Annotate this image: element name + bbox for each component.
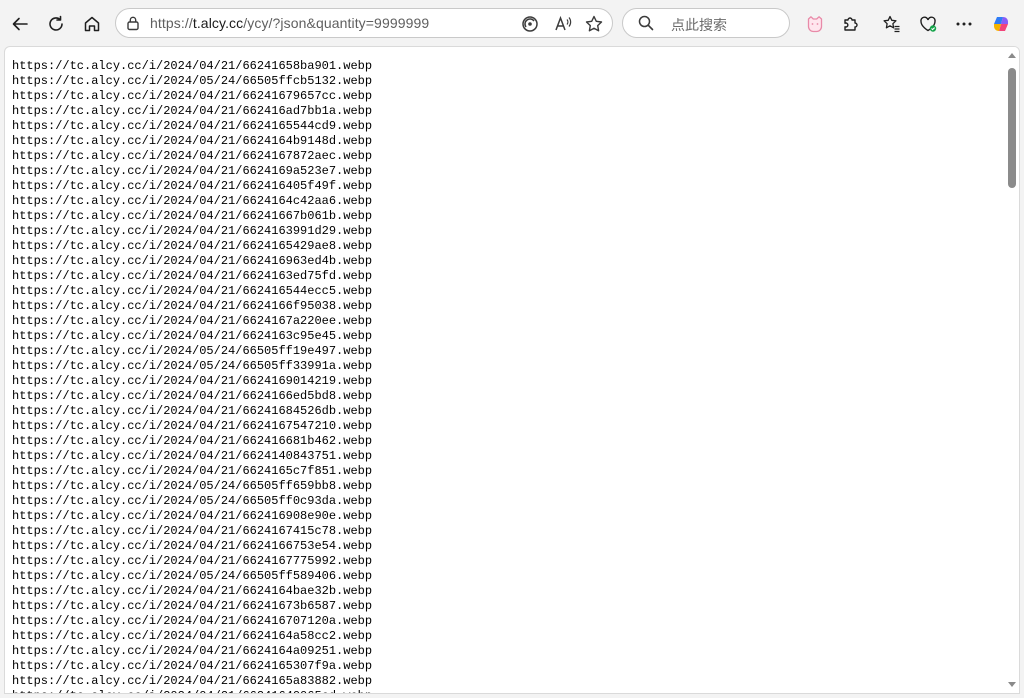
url-line: https://tc.alcy.cc/i/2024/04/21/6624163c… [12,329,373,343]
more-dots-icon [956,22,972,26]
url-line: https://tc.alcy.cc/i/2024/04/21/66241667… [12,209,373,223]
browser-toolbar: https://t.alcy.cc/ycy/?json&quantity=999… [0,0,1024,46]
url-line: https://tc.alcy.cc/i/2024/04/21/66241654… [12,239,373,253]
url-line: https://tc.alcy.cc/i/2024/04/21/66241640… [12,689,372,693]
scroll-down-arrow-icon[interactable] [1008,682,1016,687]
url-prefix: https:// [150,15,193,31]
search-box[interactable]: 点此搜索 [622,8,790,38]
performance-icon[interactable] [520,14,540,34]
url-line: https://tc.alcy.cc/i/2024/04/21/66241658… [12,59,373,73]
url-line: https://tc.alcy.cc/i/2024/04/21/6624164c… [12,194,373,208]
url-line: https://tc.alcy.cc/i/2024/04/21/66241674… [12,524,373,538]
home-button[interactable] [77,9,107,39]
url-line: https://tc.alcy.cc/i/2024/04/21/66241690… [12,509,373,523]
page-content: https://tc.alcy.cc/i/2024/04/21/66241658… [4,46,1020,694]
url-line: https://tc.alcy.cc/i/2024/04/21/6624164b… [12,584,373,598]
address-bar[interactable]: https://t.alcy.cc/ycy/?json&quantity=999… [115,8,613,38]
url-line: https://tc.alcy.cc/i/2024/04/21/66241678… [12,149,373,163]
url-line: https://tc.alcy.cc/i/2024/04/21/66241639… [12,224,373,238]
refresh-icon [49,15,63,31]
url-path: /ycy/?json&quantity=9999999 [243,15,430,31]
url-line: https://tc.alcy.cc/i/2024/05/24/66505ff3… [12,359,373,373]
url-line: https://tc.alcy.cc/i/2024/04/21/6624166e… [12,389,373,403]
url-line: https://tc.alcy.cc/i/2024/04/21/66241690… [12,374,373,388]
lock-icon[interactable] [124,14,142,32]
url-line: https://tc.alcy.cc/i/2024/04/21/6624166​… [12,434,373,448]
url-line: https://tc.alcy.cc/i/2024/05/24/66505ffc… [12,74,373,88]
browser-essentials-button[interactable] [913,9,943,39]
settings-more-button[interactable] [949,9,979,39]
back-button[interactable] [5,9,35,39]
url-line: https://tc.alcy.cc/i/2024/04/21/66241654… [12,284,373,298]
url-line: https://tc.alcy.cc/i/2024/04/21/6624164a… [12,644,373,658]
url-line: https://tc.alcy.cc/i/2024/04/21/6624164b… [12,134,373,148]
url-line: https://tc.alcy.cc/i/2024/04/21/662416ad… [12,104,373,118]
url-line: https://tc.alcy.cc/i/2024/05/24/66505ff1… [12,344,373,358]
url-line: https://tc.alcy.cc/i/2024/04/21/66241655… [12,119,373,133]
url-list: https://tc.alcy.cc/i/2024/04/21/66241658… [12,59,373,693]
url-text[interactable]: https://t.alcy.cc/ycy/?json&quantity=999… [150,15,429,31]
back-arrow-icon [12,17,28,31]
url-line: https://tc.alcy.cc/i/2024/04/21/66241684… [12,404,373,418]
cat-extension-button[interactable] [800,9,830,39]
url-line: https://tc.alcy.cc/i/2024/04/21/66241653… [12,659,373,673]
url-line: https://tc.alcy.cc/i/2024/04/21/6624167a… [12,314,373,328]
url-line: https://tc.alcy.cc/i/2024/04/21/66241679… [12,89,373,103]
url-line: https://tc.alcy.cc/i/2024/04/21/66241673… [12,599,373,613]
vertical-scrollbar[interactable] [1005,47,1019,693]
puzzle-icon [844,17,858,31]
url-line: https://tc.alcy.cc/i/2024/04/21/66241696… [12,254,373,268]
scroll-thumb[interactable] [1008,68,1016,188]
url-line: https://tc.alcy.cc/i/2024/04/21/6624165c… [12,464,373,478]
copilot-button[interactable] [986,9,1016,39]
heart-pulse-icon [920,16,937,32]
refresh-button[interactable] [41,9,71,39]
url-line: https://tc.alcy.cc/i/2024/04/21/66241670… [12,614,373,628]
cat-face-icon [807,16,823,33]
url-line: https://tc.alcy.cc/i/2024/04/21/6624165a… [12,674,373,688]
url-line: https://tc.alcy.cc/i/2024/04/21/6624169a… [12,164,373,178]
url-line: https://tc.alcy.cc/i/2024/04/21/6624166f… [12,299,373,313]
url-line: https://tc.alcy.cc/i/2024/04/21/66241408… [12,449,373,463]
url-line: https://tc.alcy.cc/i/2024/04/21/66241640… [12,179,373,193]
home-icon [84,16,100,32]
url-line: https://tc.alcy.cc/i/2024/04/21/66241677… [12,554,373,568]
copilot-icon [994,17,1008,31]
favorite-star-icon[interactable] [584,14,604,34]
url-line: https://tc.alcy.cc/i/2024/04/21/6624163e… [12,269,373,283]
url-line: https://tc.alcy.cc/i/2024/04/21/66241667… [12,539,373,553]
url-line: https://tc.alcy.cc/i/2024/05/24/66505ff5… [12,569,373,583]
favorites-list-icon [883,15,900,33]
url-line: https://tc.alcy.cc/i/2024/04/21/66241675… [12,419,373,433]
search-icon [638,15,654,31]
scroll-up-arrow-icon[interactable] [1008,53,1016,58]
read-aloud-icon[interactable] [553,14,573,34]
url-domain: t.alcy.cc [192,15,244,31]
extensions-button[interactable] [836,9,866,39]
url-line: https://tc.alcy.cc/i/2024/05/24/66505ff0… [12,494,373,508]
url-line: https://tc.alcy.cc/i/2024/04/21/6624164a… [12,629,373,643]
url-line: https://tc.alcy.cc/i/2024/05/24/66505ff6… [12,479,373,493]
search-placeholder: 点此搜索 [671,18,727,34]
favorites-button[interactable] [877,9,907,39]
